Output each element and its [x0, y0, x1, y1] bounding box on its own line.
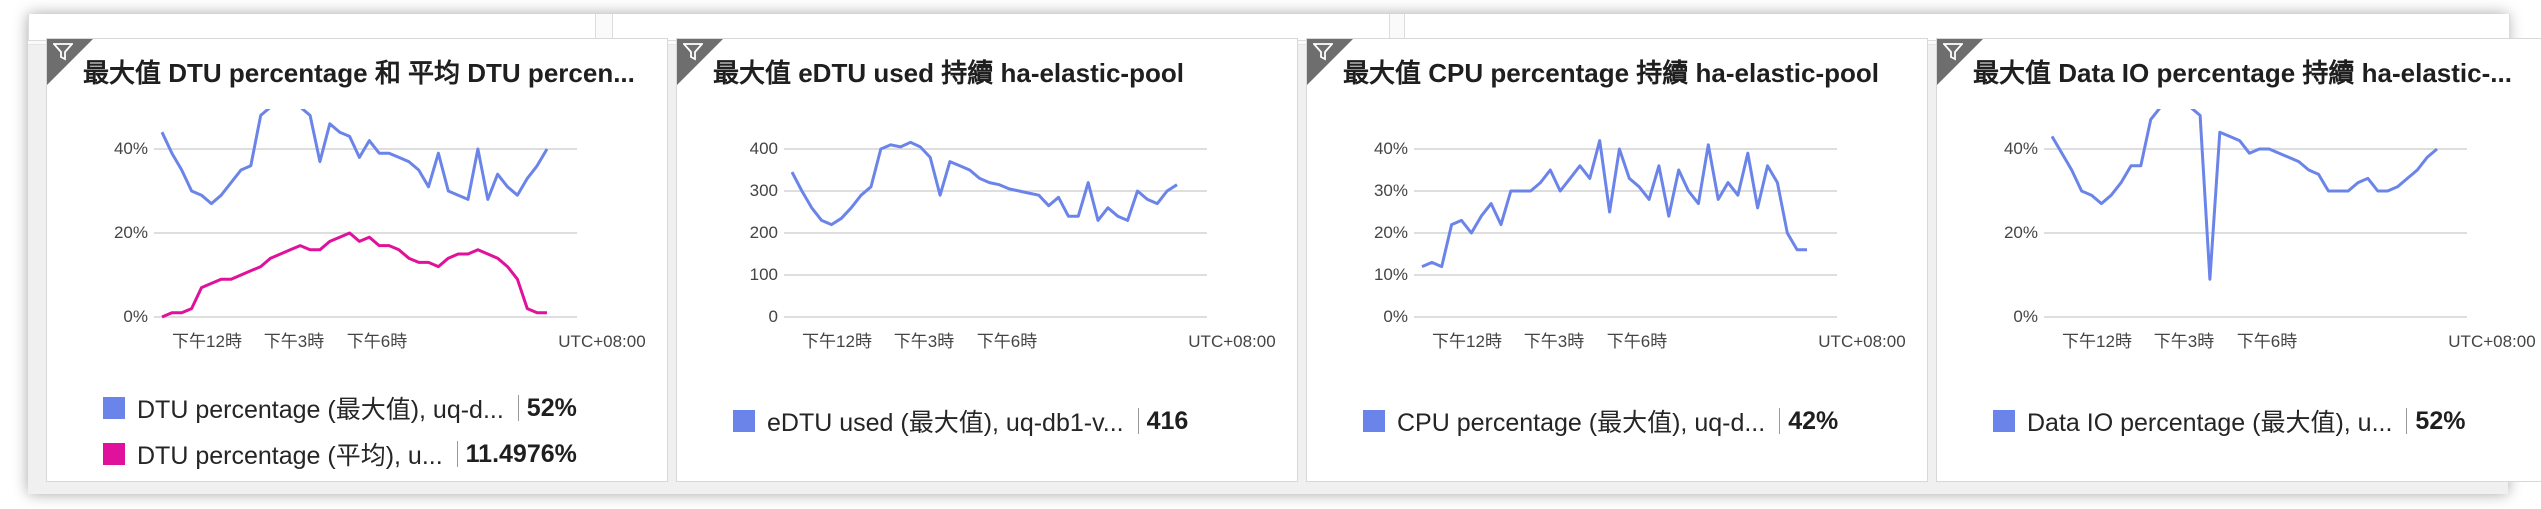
y-tick-label: 400	[750, 139, 778, 158]
series-line-1[interactable]	[790, 140, 1178, 227]
timezone-label: UTC+08:00	[1818, 332, 1905, 351]
metric-tile-2[interactable]: 最大值 eDTU used 持續 ha-elastic-pool 400 300 20…	[676, 38, 1298, 482]
y-tick-label: 40%	[2004, 139, 2038, 158]
legend-swatch	[103, 397, 125, 419]
x-tick-label: 下午3時	[1524, 332, 1584, 351]
x-tick-label: 下午12時	[172, 332, 242, 351]
series-line-2[interactable]	[161, 231, 547, 319]
y-tick-label: 300	[750, 181, 778, 200]
y-tick-label: 30%	[1374, 181, 1408, 200]
y-tick-label: 40%	[114, 139, 148, 158]
metric-tile-4[interactable]: 最大值 Data IO percentage 持續 ha-elastic-...…	[1936, 38, 2541, 482]
metric-tile-3[interactable]: 最大值 CPU percentage 持續 ha-elastic-pool 40%…	[1306, 38, 1928, 482]
y-tick-label: 200	[750, 223, 778, 242]
metric-tile-1[interactable]: 最大值 DTU percentage 和 平均 DTU percen... 40%…	[46, 38, 668, 482]
y-tick-label: 20%	[1374, 223, 1408, 242]
filter-icon[interactable]	[682, 43, 704, 61]
timezone-label: UTC+08:00	[1188, 332, 1275, 351]
legend-separator	[2406, 408, 2408, 434]
legend-value: 416	[1146, 406, 1189, 435]
legend-item[interactable]: Data IO percentage (最大值), u... 52%	[1993, 405, 2465, 437]
legend-value: 42%	[1788, 406, 1839, 435]
x-tick-label: 下午6時	[347, 332, 407, 351]
y-tick-label: 20%	[114, 223, 148, 242]
legend-swatch	[733, 410, 755, 432]
filter-icon[interactable]	[1942, 43, 1964, 61]
y-tick-label: 0%	[2013, 307, 2038, 326]
x-tick-label: 下午3時	[894, 332, 954, 351]
timezone-label: UTC+08:00	[2448, 332, 2535, 351]
legend-item[interactable]: DTU percentage (平均), u... 11.4976%	[103, 438, 577, 470]
series-line-1[interactable]	[160, 109, 549, 206]
line-chart: 40% 20% 0% 下午12時 下午3時 下午6時 UTC+08:00	[2004, 109, 2536, 351]
x-tick-label: 下午6時	[2237, 332, 2297, 351]
x-tick-label: 下午6時	[1607, 332, 1667, 351]
x-tick-label: 下午3時	[264, 332, 324, 351]
y-tick-label: 20%	[2004, 223, 2038, 242]
line-chart: 40% 20% 0% 下午12時 下午3時 下午6時 UTC+08:00	[114, 109, 646, 351]
timezone-label: UTC+08:00	[558, 332, 645, 351]
tile-title: 最大值 eDTU used 持續 ha-elastic-pool	[713, 58, 1184, 88]
line-chart: 40% 30% 20% 10% 0% 下午12時 下午3時 下午6時 UTC+08:00	[1374, 139, 1906, 351]
x-tick-label: 下午12時	[802, 332, 872, 351]
top-tile-edge	[1404, 14, 2510, 41]
tile-title: 最大值 Data IO percentage 持續 ha-elastic-...	[1973, 58, 2512, 88]
y-tick-label: 0%	[1383, 307, 1408, 326]
y-tick-label: 10%	[1374, 265, 1408, 284]
x-tick-label: 下午12時	[1432, 332, 1502, 351]
line-chart: 400 300 200 100 0 下午12時 下午3時 下午6時 UTC+08:00	[750, 139, 1276, 351]
legend-item[interactable]: eDTU used (最大值), uq-db1-v... 416	[733, 405, 1188, 437]
top-tile-edge	[28, 14, 596, 41]
legend-label: DTU percentage (平均), u...	[137, 442, 443, 470]
legend-value: 11.4976%	[465, 439, 577, 468]
x-tick-label: 下午6時	[977, 332, 1037, 351]
tile-title: 最大值 CPU percentage 持續 ha-elastic-pool	[1343, 58, 1879, 88]
x-tick-label: 下午12時	[2062, 332, 2132, 351]
legend-swatch	[1363, 410, 1385, 432]
legend-label: eDTU used (最大值), uq-db1-v...	[767, 409, 1124, 437]
legend-swatch	[1993, 410, 2015, 432]
legend-label: Data IO percentage (最大值), u...	[2027, 409, 2393, 437]
legend-label: DTU percentage (最大值), uq-d...	[137, 396, 504, 424]
series-line-1[interactable]	[2050, 109, 2438, 281]
legend-separator	[456, 441, 458, 467]
legend-item[interactable]: DTU percentage (最大值), uq-d... 52%	[103, 392, 577, 424]
y-tick-label: 0%	[123, 307, 148, 326]
legend-value: 52%	[526, 393, 577, 422]
filter-icon[interactable]	[52, 43, 74, 61]
legend-separator	[1779, 408, 1781, 434]
y-tick-label: 0	[769, 307, 778, 326]
x-tick-label: 下午3時	[2154, 332, 2214, 351]
legend-swatch	[103, 443, 125, 465]
tile-title: 最大值 DTU percentage 和 平均 DTU percen...	[83, 58, 635, 88]
legend-separator	[1137, 408, 1139, 434]
legend-label: CPU percentage (最大值), uq-d...	[1397, 409, 1766, 437]
legend-separator	[517, 395, 519, 421]
y-tick-label: 100	[750, 265, 778, 284]
legend-item[interactable]: CPU percentage (最大值), uq-d... 42%	[1363, 405, 1838, 437]
series-line-1[interactable]	[1421, 139, 1807, 269]
filter-icon[interactable]	[1312, 43, 1334, 61]
legend-value: 52%	[2415, 406, 2466, 435]
top-tile-edge	[612, 14, 1390, 41]
y-tick-label: 40%	[1374, 139, 1408, 158]
